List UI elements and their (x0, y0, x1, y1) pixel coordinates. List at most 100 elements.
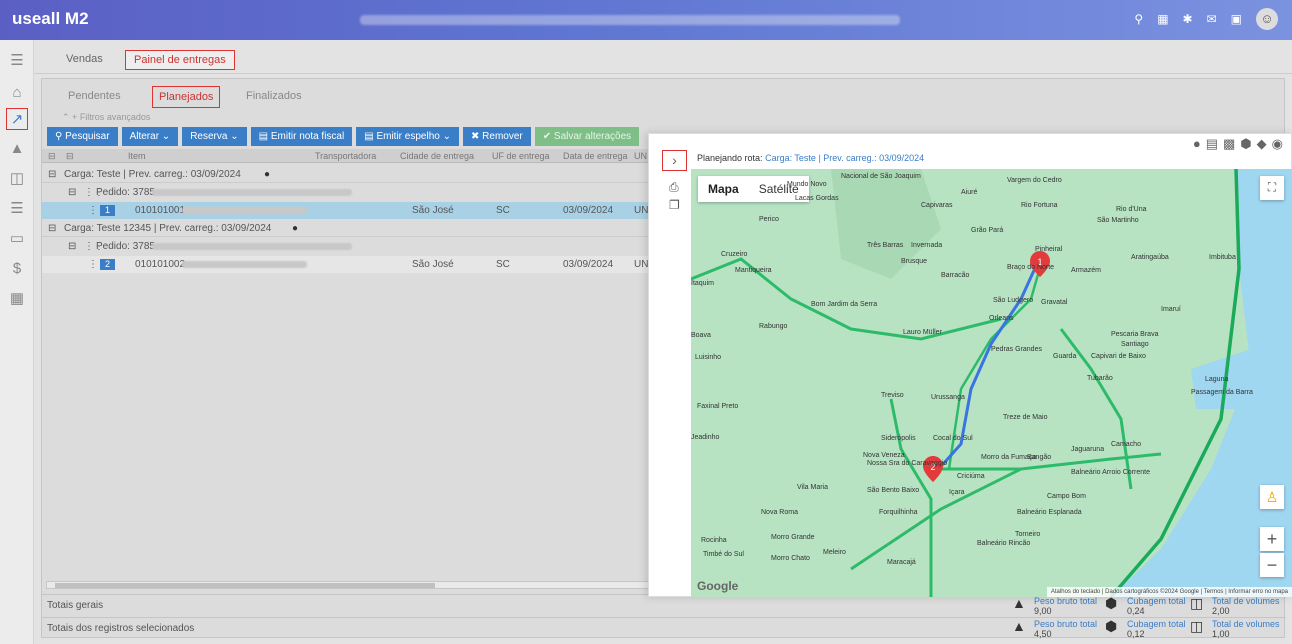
map-type-control[interactable]: Mapa Satélite (698, 176, 809, 202)
col-date[interactable]: Data de entrega (563, 151, 628, 161)
city-label: Balneário Arroio Corrente (1071, 469, 1150, 476)
calculator-icon[interactable]: ▦ (6, 288, 28, 310)
city-label: Imbituba (1209, 254, 1236, 261)
collapse-icon[interactable]: ⊟ (48, 223, 56, 234)
sidebar: ☰ ⌂ ↗ ▲ ◫ ☰ ▭ $ ▦ (0, 40, 34, 644)
collapse-all-icon[interactable]: ⊟ (48, 151, 56, 162)
weight-icon: ▲ (1012, 618, 1026, 634)
emit-invoice-button[interactable]: ▤ Emitir nota fiscal (250, 127, 353, 146)
city-label: Lauro Müller (903, 329, 942, 336)
boxes-icon[interactable]: ◫ (6, 168, 28, 190)
col-uf[interactable]: UF de entrega (492, 151, 550, 161)
col-item[interactable]: Item (128, 151, 146, 161)
city-label: Passagem da Barra (1191, 389, 1253, 396)
volumes-selected: ◫ Total de volumes 1,00 (1190, 618, 1280, 639)
city-label: Criciúma (957, 473, 985, 480)
emit-mirror-button[interactable]: ▤ Emitir espelho ⌄ (356, 127, 459, 146)
blurred-item-desc (182, 205, 307, 216)
order-group-row[interactable]: ⊟ ⋮⋮ Pedido: 3785 - (42, 238, 662, 255)
city-label: Pedras Grandes (991, 346, 1042, 353)
dollar-icon[interactable]: $ (6, 258, 28, 280)
app-logo[interactable]: useall M2 (12, 9, 89, 29)
alter-button[interactable]: Alterar ⌄ (121, 127, 179, 146)
load-group-row[interactable]: ⊟ Carga: Teste 12345 | Prev. carreg.: 03… (42, 220, 662, 237)
load-group-row[interactable]: ⊟ Carga: Teste | Prev. carreg.: 03/09/20… (42, 166, 662, 183)
city-label: Perico (759, 216, 779, 223)
route-map-panel: ● ▤ ▩ ⬢ ◆ ◉ › Planejando rota: Carga: Te… (648, 133, 1292, 597)
expand-all-icon[interactable]: ⊟ (66, 151, 74, 162)
mail-icon[interactable]: ✉ (1207, 8, 1217, 30)
copy-icon[interactable]: ❐ (669, 198, 680, 212)
search-icon[interactable]: ⚲ (1134, 8, 1143, 30)
city-label: Nova Roma (761, 509, 798, 516)
col-carrier[interactable]: Transportadora (315, 151, 376, 161)
truck-icon[interactable]: ▩ (1223, 136, 1235, 152)
tab-finalizados[interactable]: Finalizados (240, 86, 308, 106)
menu-icon[interactable]: ☰ (6, 50, 28, 72)
col-city[interactable]: Cidade de entrega (400, 151, 474, 161)
city-label: Vargem do Cedro (1007, 177, 1062, 184)
city-label: Içara (949, 489, 965, 496)
collapse-panel-button[interactable]: › (662, 150, 687, 171)
remove-button[interactable]: ✖ Remover (462, 127, 531, 146)
location-pin-icon[interactable]: ● (264, 169, 270, 180)
map-view[interactable]: Mapa Satélite ⛶ ♙ + − 1 2 Mundo Novo Naci… (691, 169, 1292, 597)
un-cell: UN (634, 259, 649, 270)
horizontal-scrollbar[interactable] (46, 581, 656, 589)
city-label: Santiago (1121, 341, 1149, 348)
route-icon[interactable]: ◆ (1257, 136, 1267, 152)
city-label: Orleans (989, 315, 1014, 322)
table-row[interactable]: ⋮⋮ 2 010101002 - São José SC 03/09/2024 … (42, 256, 662, 273)
map-type-map[interactable]: Mapa (698, 176, 749, 202)
street-view-pegman[interactable]: ♙ (1260, 485, 1284, 509)
save-changes-button[interactable]: ✔ Salvar alterações (534, 127, 640, 146)
chat-icon[interactable]: ▣ (1231, 8, 1242, 30)
collapse-icon[interactable]: ⊟ (68, 241, 76, 252)
tab-vendas[interactable]: Vendas (58, 50, 111, 68)
order-group-row[interactable]: ⊟ ⋮⋮ Pedido: 3785 - (42, 184, 662, 201)
search-button[interactable]: ⚲ Pesquisar (47, 127, 118, 146)
reserve-button[interactable]: Reserva ⌄ (182, 127, 247, 146)
zoom-out-button[interactable]: − (1260, 553, 1284, 577)
blurred-company-name (360, 15, 900, 25)
home-icon[interactable]: ⌂ (6, 82, 28, 104)
brand-name: useall M2 (12, 9, 89, 28)
collapse-icon[interactable]: ⊟ (68, 187, 76, 198)
city-cell: São José (412, 205, 454, 216)
load-label: Carga: Teste | Prev. carreg.: 03/09/2024 (64, 169, 241, 180)
user-icon[interactable]: ● (1193, 136, 1201, 152)
zoom-in-button[interactable]: + (1260, 527, 1284, 551)
chart-icon[interactable]: ↗ (6, 108, 28, 130)
fullscreen-button[interactable]: ⛶ (1260, 176, 1284, 200)
support-icon[interactable]: ◉ (1272, 136, 1283, 152)
print-icon[interactable]: ⎙ (669, 180, 679, 195)
city-label: Aratingaúba (1131, 254, 1169, 261)
basket-icon[interactable]: ▲ (6, 138, 28, 160)
collapse-icon[interactable]: ⊟ (48, 169, 56, 180)
date-cell: 03/09/2024 (563, 205, 614, 216)
scrollbar-thumb[interactable] (55, 583, 435, 588)
city-label: Rabungo (759, 323, 788, 330)
city-label: Armazém (1071, 267, 1101, 274)
totals-selected-label: Totais dos registros selecionados (47, 623, 195, 634)
weight-selected: ▲ Peso bruto total 4,50 (1012, 618, 1098, 639)
totals-selected: Totais dos registros selecionados ▲ Peso … (42, 617, 1286, 639)
table-row[interactable]: ⋮⋮ 1 010101001 - São José SC 03/09/2024 … (42, 202, 662, 219)
cart-icon[interactable]: ▤ (1206, 136, 1218, 152)
card-icon[interactable]: ▭ (6, 228, 28, 250)
city-label: Treze de Maio (1003, 414, 1048, 421)
map-attribution[interactable]: Atalhos do teclado | Dados cartográficos… (1046, 587, 1292, 597)
cart-icon[interactable]: ☰ (6, 198, 28, 220)
cube-icon[interactable]: ⬢ (1240, 136, 1251, 152)
tab-pendentes[interactable]: Pendentes (62, 86, 127, 106)
location-pin-icon[interactable]: ● (292, 223, 298, 234)
advanced-filters-toggle[interactable]: ⌃ + Filtros avançados (62, 112, 150, 123)
map-panel-icons: ● ▤ ▩ ⬢ ◆ ◉ (1193, 136, 1283, 152)
col-un[interactable]: UN (634, 151, 647, 161)
avatar[interactable]: ☺ (1256, 8, 1278, 30)
tab-planejados[interactable]: Planejados (152, 86, 221, 108)
puzzle-icon[interactable]: ✱ (1183, 8, 1193, 30)
city-label: Aiuré (961, 189, 978, 196)
grid-icon[interactable]: ▦ (1157, 8, 1168, 30)
tab-painel-entregas[interactable]: Painel de entregas (125, 50, 235, 70)
